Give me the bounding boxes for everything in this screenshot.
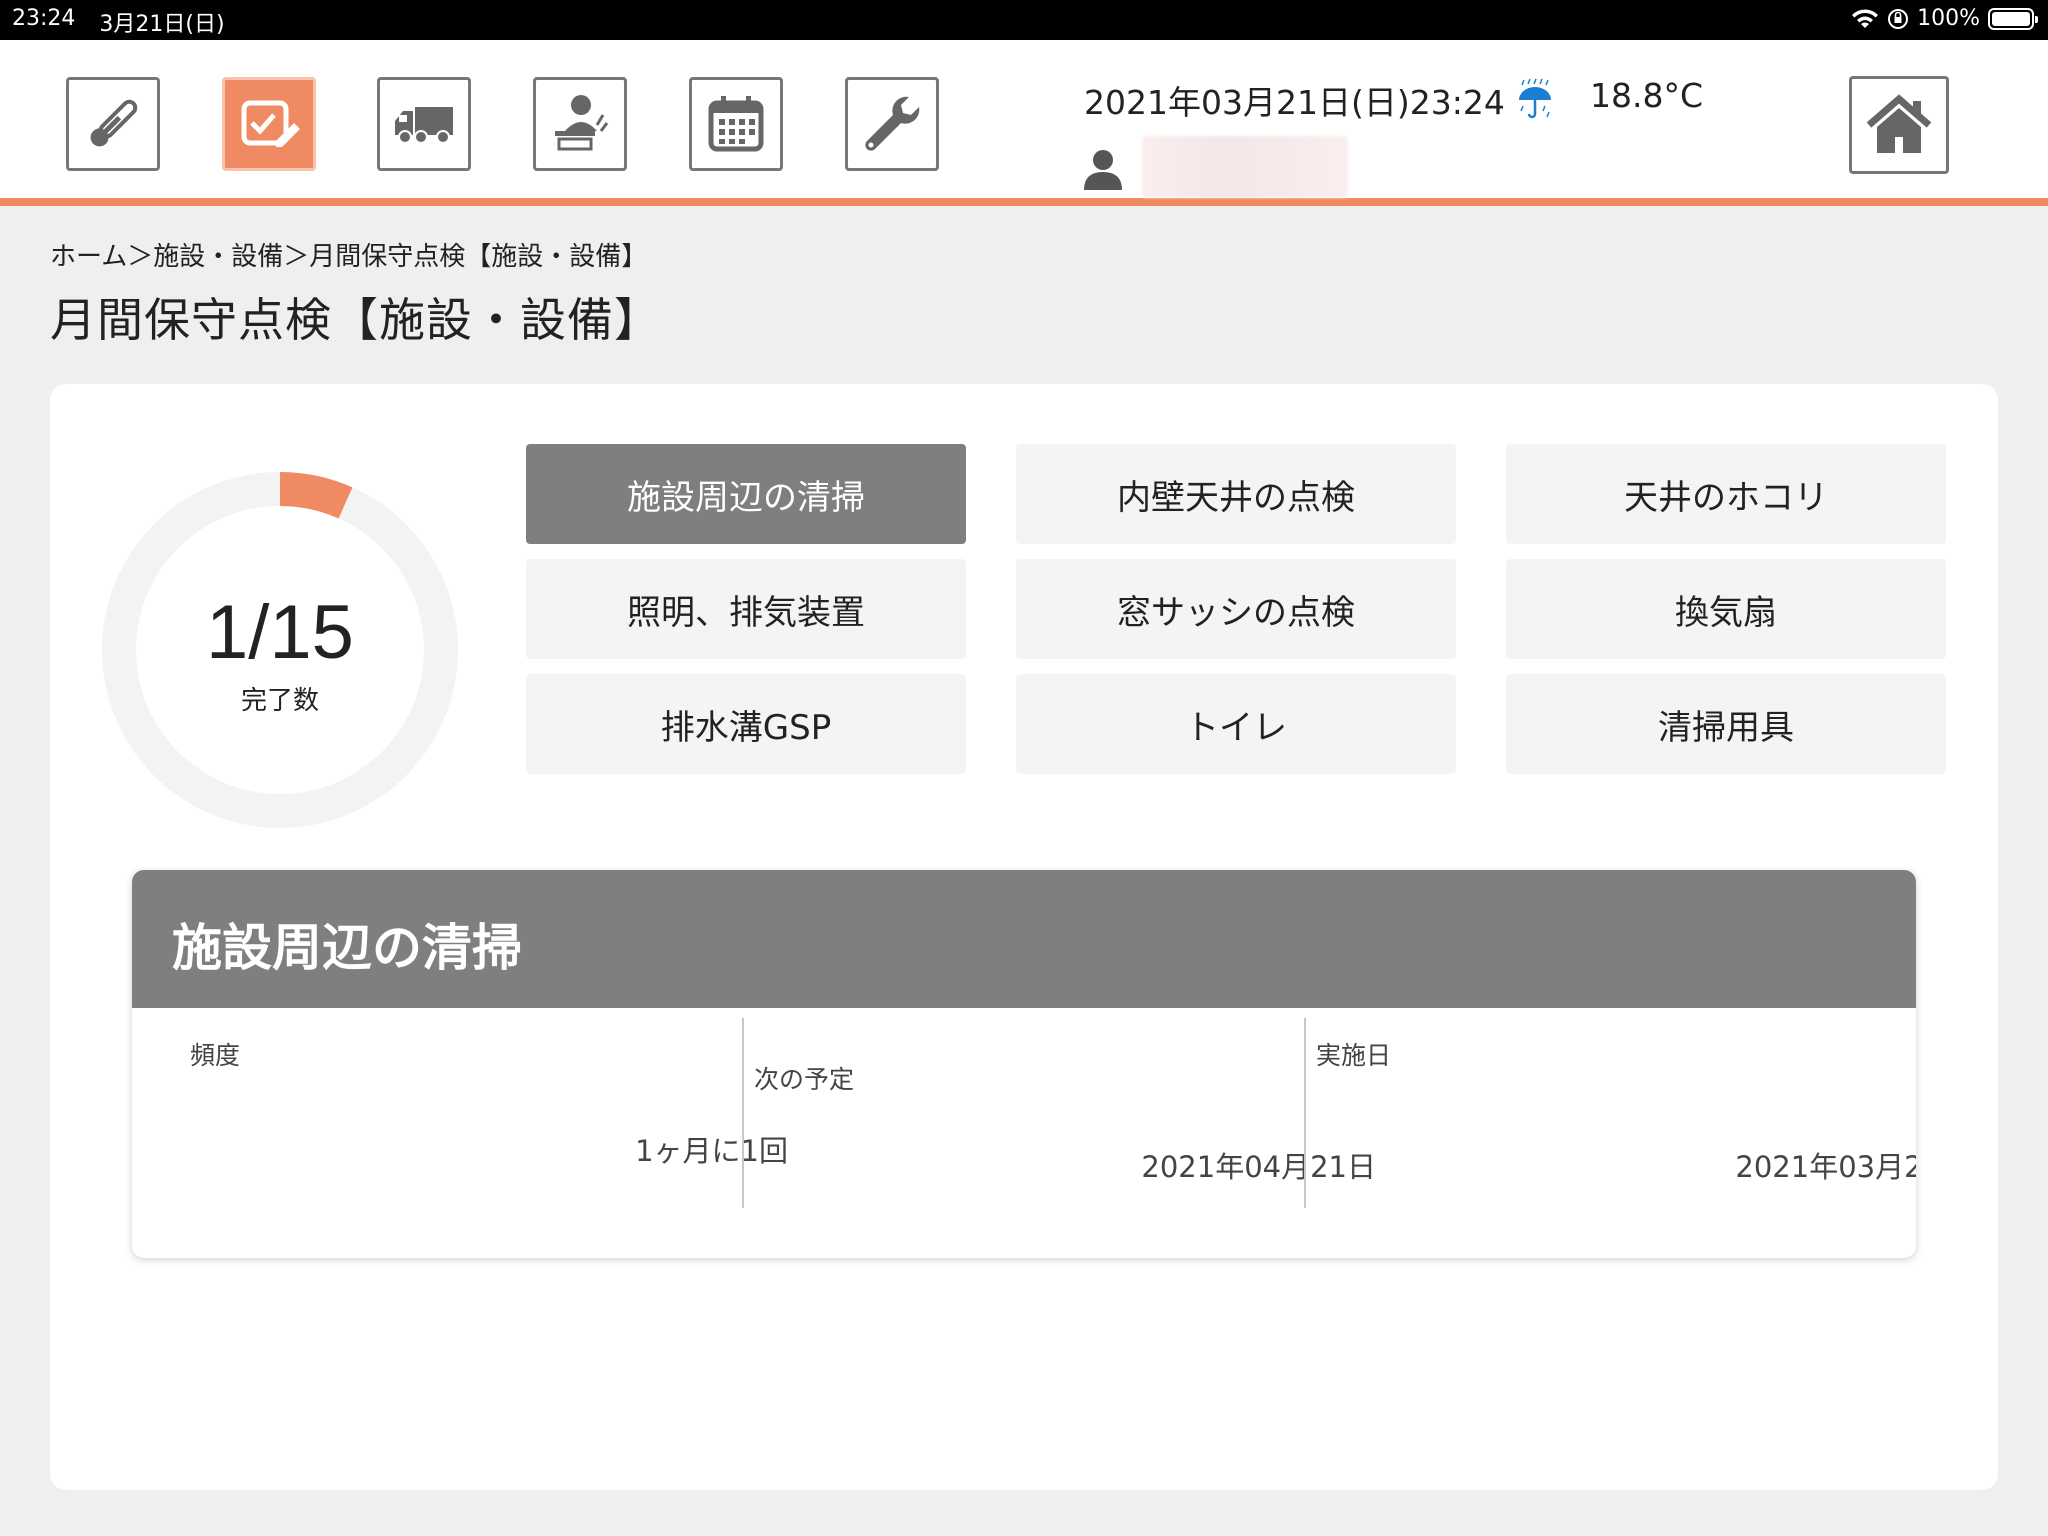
header-temperature: 18.8°C: [1590, 76, 1704, 115]
thermometer-icon: [90, 99, 138, 147]
detail-title: 施設周辺の清掃: [172, 919, 522, 977]
category-button-6[interactable]: 換気扇: [1506, 559, 1946, 659]
main-panel: 1/15 完了数 施設周辺の清掃 内壁天井の点検 天井のホコリ 照明、排気装置 …: [50, 384, 1998, 1490]
category-button-8[interactable]: トイレ: [1016, 674, 1456, 774]
checklist-button[interactable]: [222, 77, 316, 171]
truck-icon: [395, 107, 453, 144]
next-schedule-value: 2021年04月21日: [1141, 1150, 1376, 1184]
detail-header: 施設周辺の清掃: [132, 870, 1916, 1008]
category-button-4[interactable]: 照明、排気装置: [526, 559, 966, 659]
completed-count: 1/15: [206, 590, 354, 675]
breadcrumb: ホーム＞施設・設備＞月間保守点検【施設・設備】: [50, 242, 648, 272]
header-datetime: 2021年03月21日(日)23:24: [1084, 83, 1505, 122]
done-date-value: 2021年03月21日: [1735, 1150, 1916, 1184]
frequency-label: 頻度: [190, 1041, 241, 1070]
wrench-button[interactable]: [845, 77, 939, 171]
calendar-button[interactable]: [689, 77, 783, 171]
category-button-9[interactable]: 清掃用具: [1506, 674, 1946, 774]
frequency-value: 1ヶ月に1回: [635, 1134, 788, 1168]
status-date: 3月21日(日): [99, 12, 225, 37]
category-button-3[interactable]: 天井のホコリ: [1506, 444, 1946, 544]
person-desk-icon: [555, 95, 609, 151]
battery-percent: 100%: [1917, 6, 1980, 31]
done-date-label: 実施日: [1316, 1041, 1392, 1070]
home-button[interactable]: [1849, 76, 1949, 174]
column-divider: [1304, 1018, 1306, 1208]
calendar-icon: [708, 96, 764, 152]
user-name-redacted: [1142, 136, 1348, 198]
umbrella-rain-icon: [1519, 78, 1551, 119]
status-bar: 23:24 3月21日(日) 100%: [0, 0, 2048, 40]
completed-label: 完了数: [240, 686, 319, 716]
orientation-lock-icon: [1888, 8, 1909, 29]
page-title: 月間保守点検【施設・設備】: [50, 293, 661, 347]
wifi-icon: [1852, 8, 1879, 28]
progress-ring-arc: [279, 472, 353, 519]
category-button-1[interactable]: 施設周辺の清掃: [526, 444, 966, 544]
next-schedule-label: 次の予定: [754, 1065, 855, 1094]
home-icon: [1866, 94, 1932, 153]
detail-card: 施設周辺の清掃 頻度 1ヶ月に1回 次の予定 2021年04月21日 実施日 2…: [132, 870, 1916, 1258]
app-header: 2021年03月21日(日)23:24 18.8°C: [0, 40, 2048, 206]
column-divider: [742, 1018, 744, 1208]
person-desk-button[interactable]: [533, 77, 627, 171]
battery-icon: [1988, 7, 2038, 30]
truck-button[interactable]: [377, 77, 471, 171]
category-button-7[interactable]: 排水溝GSP: [526, 674, 966, 774]
thermometer-button[interactable]: [66, 77, 160, 171]
category-button-2[interactable]: 内壁天井の点検: [1016, 444, 1456, 544]
user-icon: [1084, 150, 1122, 190]
status-time: 23:24: [12, 6, 76, 31]
wrench-icon: [865, 96, 920, 151]
category-button-5[interactable]: 窓サッシの点検: [1016, 559, 1456, 659]
checklist-edit-icon: [241, 100, 300, 147]
